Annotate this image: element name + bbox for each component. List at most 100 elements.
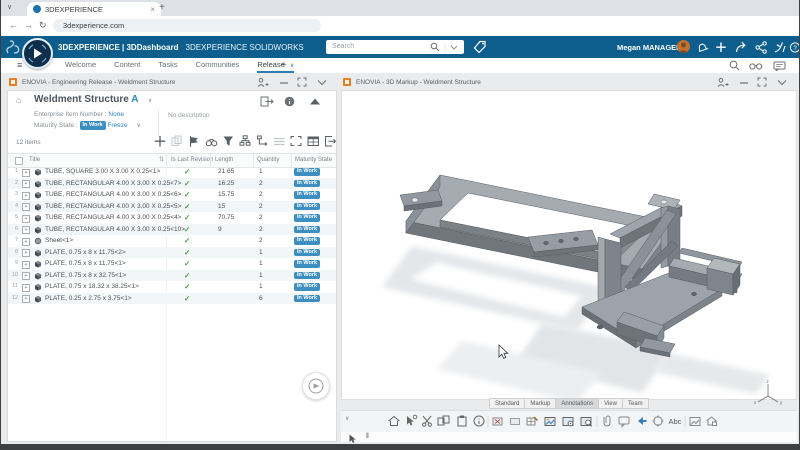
sort-icon[interactable]: ⇅ bbox=[159, 154, 164, 166]
image-icon[interactable] bbox=[690, 418, 700, 426]
row-title[interactable]: TUBE, RECTANGULAR 4.00 X 3.00 X 0.25<10> bbox=[45, 224, 185, 236]
add-dashboard-tab-button[interactable]: + bbox=[281, 60, 287, 71]
text-annotation-icon[interactable]: Abc bbox=[669, 417, 682, 426]
viewer-tab-team[interactable]: Team bbox=[622, 398, 649, 409]
row-expand-toggle[interactable]: + bbox=[22, 295, 30, 303]
search-icon[interactable] bbox=[430, 42, 440, 52]
share-network-icon[interactable] bbox=[756, 42, 766, 54]
info-icon[interactable] bbox=[474, 416, 484, 426]
add-content-icon[interactable] bbox=[716, 43, 726, 53]
enterprise-item-value[interactable]: None bbox=[108, 111, 124, 118]
row-expand-toggle[interactable]: + bbox=[22, 284, 30, 292]
table-row[interactable]: 9+PLATE, 0.75 x 8 x 11.75<1>✓1In Work bbox=[8, 258, 336, 270]
slide-icon[interactable] bbox=[511, 419, 520, 425]
cut-icon[interactable] bbox=[423, 416, 432, 426]
row-title[interactable]: PLATE, 0.75 x 8 x 32.75<1> bbox=[45, 270, 126, 282]
search-options-chevron-icon[interactable] bbox=[444, 42, 462, 52]
export-document-icon[interactable] bbox=[261, 97, 273, 106]
row-title[interactable]: PLATE, 0.25 x 2.75 x 3.75<1> bbox=[45, 293, 132, 305]
row-expand-toggle[interactable]: + bbox=[22, 203, 30, 211]
clear-markup-icon[interactable] bbox=[493, 418, 502, 425]
share-widget-icon[interactable] bbox=[258, 78, 269, 86]
row-title[interactable]: PLATE, 0.75 x 8 x 11.75<1> bbox=[45, 258, 126, 270]
viewer-tab-markup[interactable]: Markup bbox=[524, 398, 556, 409]
fullscreen-icon[interactable] bbox=[291, 137, 301, 146]
left-widget-header[interactable]: ENOVIA - Engineering Release - Weldment … bbox=[7, 76, 337, 89]
table-row[interactable]: 11+PLATE, 0.75 x 18.32 x 38.25<1>✓1In Wo… bbox=[8, 281, 336, 293]
viewer-tab-annotations[interactable]: Annotations bbox=[555, 398, 599, 409]
target-icon[interactable] bbox=[653, 416, 664, 427]
col-quantity[interactable]: Quantity bbox=[257, 154, 279, 166]
browser-tab[interactable]: 3DEXPERIENCE × bbox=[27, 2, 161, 16]
search-help-icon[interactable] bbox=[730, 61, 739, 70]
preview-glasses-icon[interactable] bbox=[750, 64, 762, 69]
user-avatar[interactable] bbox=[677, 40, 690, 53]
add-item-icon[interactable] bbox=[155, 136, 165, 147]
list-view-icon[interactable] bbox=[274, 139, 285, 145]
new-tab-button[interactable]: + bbox=[159, 2, 165, 13]
info-icon[interactable] bbox=[285, 97, 295, 107]
row-expand-toggle[interactable]: + bbox=[22, 192, 30, 200]
home-icon[interactable]: ⌂ bbox=[16, 95, 21, 105]
row-expand-toggle[interactable]: + bbox=[22, 272, 30, 280]
row-title[interactable]: TUBE, SQUARE 3.00 X 3.00 X 0.25<1> bbox=[45, 166, 160, 178]
row-title[interactable]: TUBE, RECTANGULAR 4.00 X 3.00 X 0.25<4> bbox=[45, 212, 181, 224]
row-expand-toggle[interactable]: + bbox=[22, 238, 30, 246]
export-table-icon[interactable] bbox=[326, 137, 336, 147]
maturity-next-action[interactable]: Freeze bbox=[107, 122, 127, 129]
structure-expand-icon[interactable] bbox=[258, 136, 267, 146]
col-maturity-state[interactable]: Maturity State bbox=[295, 154, 332, 166]
table-row[interactable]: 1+TUBE, SQUARE 3.00 X 3.00 X 0.25<1>✓21.… bbox=[8, 166, 336, 178]
table-row[interactable]: 5+TUBE, RECTANGULAR 4.00 X 3.00 X 0.25<4… bbox=[8, 212, 336, 224]
compass-fab-button[interactable] bbox=[302, 372, 330, 400]
table-view-icon[interactable] bbox=[308, 137, 319, 146]
tab-release[interactable]: Release∨ bbox=[257, 58, 294, 73]
row-expand-toggle[interactable]: + bbox=[22, 226, 30, 234]
share-widget-icon[interactable] bbox=[718, 78, 729, 86]
structure-icon[interactable] bbox=[240, 136, 250, 145]
home-lock-icon[interactable] bbox=[707, 417, 717, 426]
right-widget-header[interactable]: ENOVIA - 3D Markup - Weldment Structure bbox=[341, 76, 797, 89]
select-redo-icon[interactable] bbox=[407, 415, 417, 425]
tab-tasks[interactable]: Tasks bbox=[158, 58, 177, 71]
maximize-widget-icon[interactable] bbox=[758, 78, 766, 86]
share-forward-icon[interactable] bbox=[737, 42, 745, 52]
row-expand-toggle[interactable]: + bbox=[22, 261, 30, 269]
col-length[interactable]: Length bbox=[215, 154, 233, 166]
capture-image-icon[interactable] bbox=[545, 418, 555, 426]
table-row[interactable]: 12+PLATE, 0.25 x 2.75 x 3.75<1>✓6In Work bbox=[8, 293, 336, 305]
item-title[interactable]: Weldment Structure A ∨ bbox=[34, 94, 152, 105]
paste-icon[interactable] bbox=[458, 416, 466, 427]
filter-icon[interactable] bbox=[224, 137, 234, 146]
row-expand-toggle[interactable]: + bbox=[22, 215, 30, 223]
attach-icon[interactable] bbox=[604, 416, 610, 426]
widget-menu-chevron-icon[interactable] bbox=[318, 81, 326, 85]
3d-viewport[interactable] bbox=[341, 90, 797, 400]
toolbar-collapse-chevron-icon[interactable]: ∨ bbox=[345, 415, 349, 422]
tab-content[interactable]: Content bbox=[114, 58, 140, 71]
table-row[interactable]: 7+Sheet<1>✓2In Work bbox=[8, 235, 336, 247]
search-box[interactable]: Search bbox=[326, 40, 464, 54]
table-row[interactable]: 10+PLATE, 0.75 x 8 x 32.75<1>✓1In Work bbox=[8, 270, 336, 282]
item-title-chevron-icon[interactable]: ∨ bbox=[148, 98, 152, 104]
comment-icon[interactable] bbox=[619, 417, 629, 427]
widget-menu-chevron-icon[interactable] bbox=[778, 81, 786, 85]
table-row[interactable]: 2+TUBE, RECTANGULAR 4.00 X 3.00 X 0.25<7… bbox=[8, 178, 336, 190]
table-row[interactable]: 8+PLATE, 0.75 x 8 x 11.75<2>✓1In Work bbox=[8, 247, 336, 259]
collapse-caret-icon[interactable] bbox=[310, 99, 320, 105]
row-expand-toggle[interactable]: + bbox=[22, 169, 30, 177]
reload-button[interactable]: ↻ bbox=[39, 20, 47, 31]
select-all-checkbox[interactable] bbox=[15, 157, 23, 165]
grid-edit-icon[interactable] bbox=[527, 417, 538, 425]
user-name[interactable]: Megan MANAGER bbox=[617, 43, 682, 52]
item-revision[interactable]: A bbox=[131, 94, 138, 105]
flag-icon[interactable] bbox=[191, 136, 199, 147]
select-mode-icon[interactable] bbox=[348, 434, 360, 444]
help-icon[interactable]: ? bbox=[790, 43, 799, 52]
table-row[interactable]: 6+TUBE, RECTANGULAR 4.00 X 3.00 X 0.25<1… bbox=[8, 224, 336, 236]
capture-settings-icon[interactable] bbox=[563, 418, 573, 426]
pause-icon[interactable]: ‖ bbox=[366, 433, 369, 440]
row-title[interactable]: TUBE, RECTANGULAR 4.00 X 3.00 X 0.25<6> bbox=[45, 189, 181, 201]
viewer-tab-standard[interactable]: Standard bbox=[489, 398, 525, 409]
forward-button[interactable]: → bbox=[24, 20, 33, 30]
